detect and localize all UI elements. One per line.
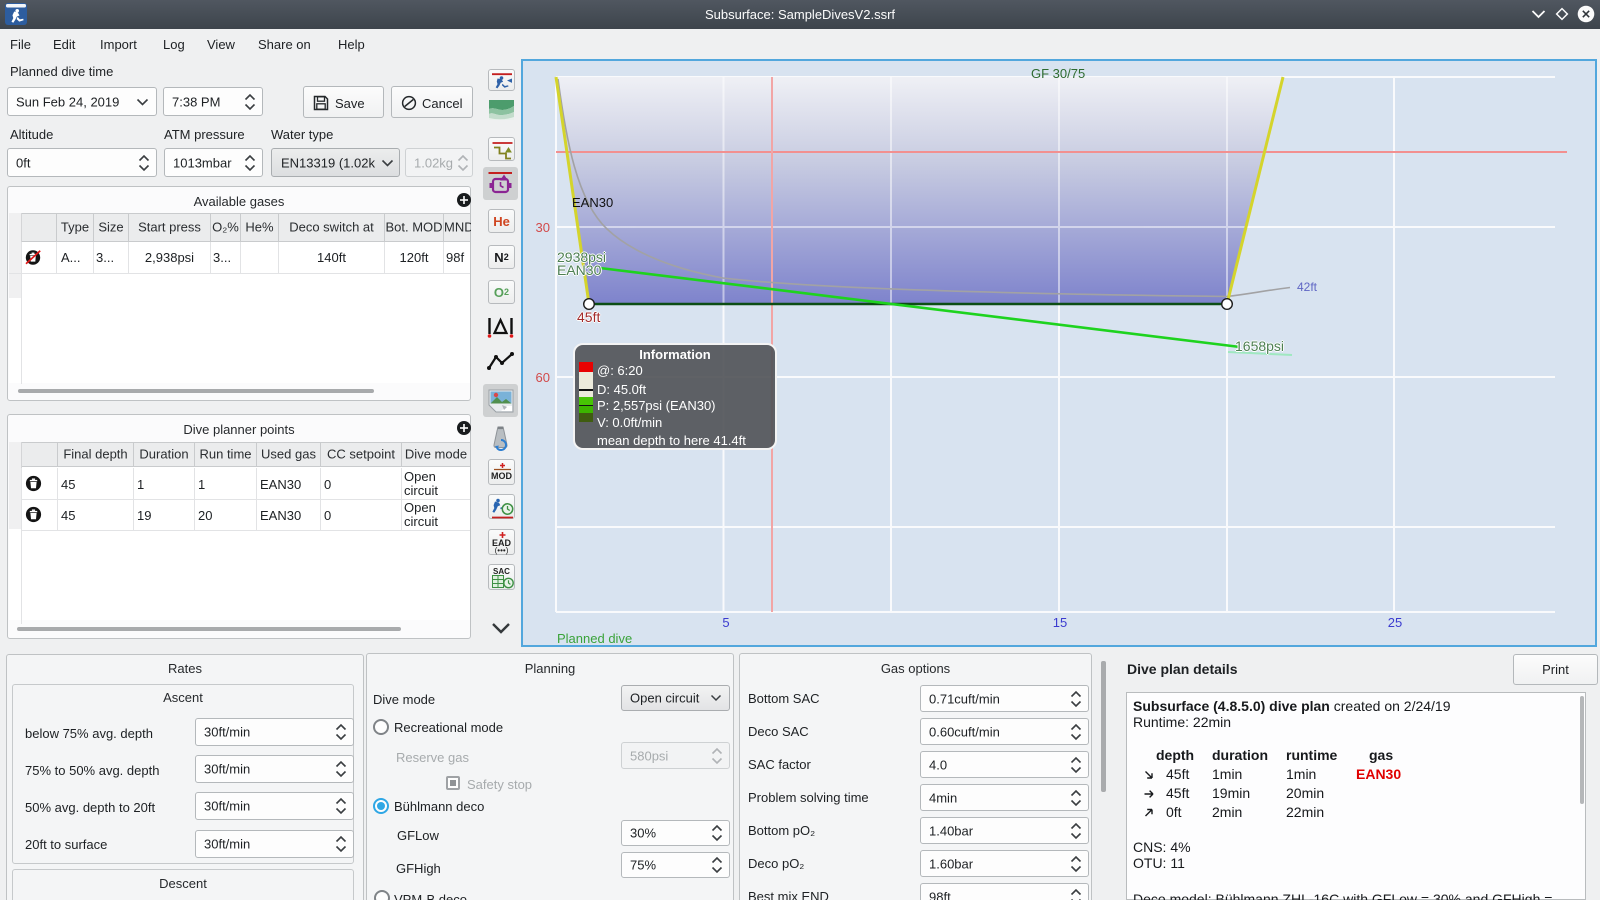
svg-text:GF 30/75: GF 30/75 [1031,66,1085,81]
svg-text:15: 15 [1053,615,1067,630]
svg-text:30: 30 [536,220,550,235]
svg-text:EAN30: EAN30 [572,195,613,210]
svg-text:5: 5 [722,615,729,630]
svg-text:25: 25 [1388,615,1402,630]
svg-text:45ft: 45ft [577,309,600,325]
svg-text:Planned dive: Planned dive [557,631,632,646]
svg-text:60: 60 [536,370,550,385]
svg-text:42ft: 42ft [1297,280,1318,294]
svg-text:EAN30: EAN30 [557,262,602,278]
svg-text:1658psi: 1658psi [1235,338,1284,354]
